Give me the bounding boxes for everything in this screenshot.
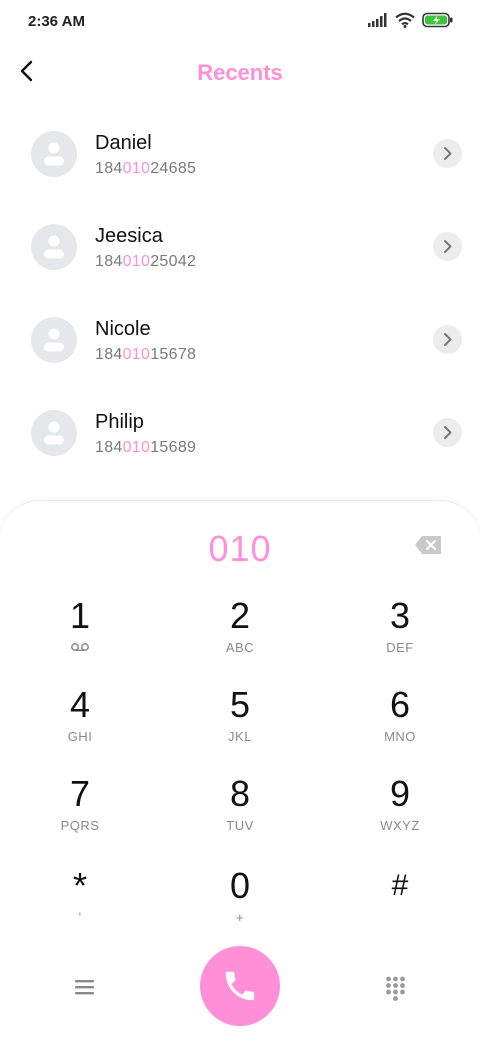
- wifi-icon: [395, 12, 415, 28]
- key-5[interactable]: 5 JKL: [180, 685, 300, 761]
- chevron-right-icon: [444, 426, 452, 439]
- key-2[interactable]: 2 ABC: [180, 596, 300, 672]
- key-1[interactable]: 1: [20, 596, 140, 672]
- chevron-right-icon: [444, 333, 452, 346]
- contact-details-button[interactable]: [433, 418, 462, 447]
- list-item[interactable]: Nicole 18401015678: [0, 293, 480, 386]
- status-bar: 2:36 AM: [0, 0, 480, 44]
- call-button[interactable]: [200, 946, 280, 1026]
- page-title: Recents: [197, 60, 283, 85]
- person-icon: [44, 235, 64, 259]
- key-0[interactable]: 0 +: [180, 866, 300, 942]
- app-header: Recents: [0, 44, 480, 100]
- avatar: [31, 317, 77, 363]
- person-icon: [44, 142, 64, 166]
- avatar: [31, 131, 77, 177]
- list-item[interactable]: Jeesica 18401025042: [0, 200, 480, 293]
- key-6[interactable]: 6 MNO: [340, 685, 460, 761]
- voicemail-icon: [71, 643, 89, 651]
- chevron-right-icon: [444, 240, 452, 253]
- contact-name: Jeesica: [95, 225, 163, 247]
- list-item[interactable]: Philip 18401015689: [0, 386, 480, 479]
- chevron-right-icon: [444, 147, 452, 160]
- contact-details-button[interactable]: [433, 232, 462, 261]
- battery-charging-icon: [422, 12, 453, 28]
- backspace-icon[interactable]: [414, 535, 442, 555]
- list-item[interactable]: Daniel 18401024685: [0, 107, 480, 200]
- contact-name: Philip: [95, 411, 144, 433]
- contact-details-button[interactable]: [433, 325, 462, 354]
- contact-number: 18401025042: [95, 253, 197, 270]
- person-icon: [44, 328, 64, 352]
- status-time: 2:36 AM: [28, 13, 85, 30]
- avatar: [31, 410, 77, 456]
- contact-number: 18401024685: [95, 160, 197, 177]
- key-hash[interactable]: #: [340, 866, 460, 942]
- contact-number: 18401015689: [95, 439, 197, 456]
- contact-name: Daniel: [95, 132, 152, 154]
- status-icons: [368, 12, 454, 28]
- key-9[interactable]: 9 WXYZ: [340, 774, 460, 850]
- match-highlight: 010: [122, 439, 151, 456]
- dialpad-icon[interactable]: [381, 973, 411, 1003]
- signal-icon: [368, 13, 387, 27]
- person-icon: [44, 421, 64, 445]
- phone-icon: [225, 971, 255, 1001]
- match-highlight: 010: [122, 346, 151, 363]
- match-highlight: 010: [122, 160, 151, 177]
- key-star[interactable]: * ,: [20, 866, 140, 942]
- key-4[interactable]: 4 GHI: [20, 685, 140, 761]
- contact-name: Nicole: [95, 318, 151, 340]
- key-3[interactable]: 3 DEF: [340, 596, 460, 672]
- key-7[interactable]: 7 PQRS: [20, 774, 140, 850]
- contact-details-button[interactable]: [433, 139, 462, 168]
- key-8[interactable]: 8 TUV: [180, 774, 300, 850]
- menu-icon[interactable]: [70, 973, 100, 1001]
- dialed-number-display[interactable]: 010: [0, 528, 480, 570]
- match-highlight: 010: [122, 253, 151, 270]
- avatar: [31, 224, 77, 270]
- contact-number: 18401015678: [95, 346, 197, 363]
